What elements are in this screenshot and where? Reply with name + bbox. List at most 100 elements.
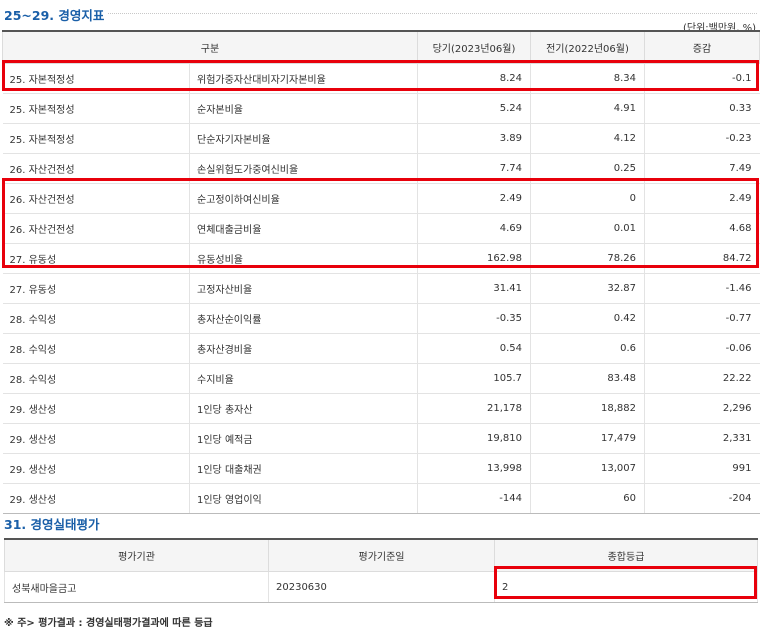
cell-indicator: 1인당 영업이익	[189, 483, 418, 514]
cell-agency: 성북새마을금고	[4, 571, 269, 603]
table-header-row: 구분 당기(2023년06월) 전기(2022년06월) 증감	[2, 30, 760, 64]
table-row: 26. 자산건전성 손실위험도가중여신비율 7.74 0.25 7.49	[2, 153, 760, 184]
cell-previous: 83.48	[530, 363, 645, 394]
cell-category: 29. 생산성	[2, 423, 190, 454]
table-row: 29. 생산성 1인당 총자산 21,178 18,882 2,296	[2, 393, 760, 424]
cell-indicator: 1인당 총자산	[189, 393, 418, 424]
cell-date: 20230630	[268, 571, 495, 603]
cell-current: 19,810	[417, 423, 531, 454]
cell-category: 26. 자산건전성	[2, 183, 190, 214]
header-current: 당기(2023년06월)	[417, 30, 531, 64]
table-row: 25. 자본적정성 위험가중자산대비자기자본비율 8.24 8.34 -0.1	[2, 63, 760, 94]
cell-previous: 4.91	[530, 93, 645, 124]
cell-change: 4.68	[644, 213, 760, 244]
cell-category: 25. 자본적정성	[2, 93, 190, 124]
cell-category: 29. 생산성	[2, 393, 190, 424]
cell-category: 29. 생산성	[2, 483, 190, 514]
section-title-indicators: 25~29. 경영지표	[4, 8, 105, 23]
cell-change: 2,296	[644, 393, 760, 424]
cell-category: 26. 자산건전성	[2, 153, 190, 184]
cell-category: 25. 자본적정성	[2, 123, 190, 154]
cell-indicator: 유동성비율	[189, 243, 418, 274]
cell-previous: 17,479	[530, 423, 645, 454]
header-change: 증감	[644, 30, 760, 64]
table-row: 29. 생산성 1인당 영업이익 -144 60 -204	[2, 483, 760, 514]
cell-previous: 78.26	[530, 243, 645, 274]
cell-change: 84.72	[644, 243, 760, 274]
cell-indicator: 1인당 예적금	[189, 423, 418, 454]
cell-previous: 8.34	[530, 63, 645, 94]
cell-previous: 0.6	[530, 333, 645, 364]
header-agency: 평가기관	[4, 538, 269, 572]
cell-indicator: 연체대출금비율	[189, 213, 418, 244]
table-row: 성북새마을금고 20230630 2	[4, 571, 758, 603]
table-row: 26. 자산건전성 순고정이하여신비율 2.49 0 2.49	[2, 183, 760, 214]
cell-current: 0.54	[417, 333, 531, 364]
cell-current: 162.98	[417, 243, 531, 274]
evaluation-table: 평가기관 평가기준일 종합등급 성북새마을금고 20230630 2	[4, 538, 758, 603]
cell-current: 105.7	[417, 363, 531, 394]
cell-current: -0.35	[417, 303, 531, 334]
cell-indicator: 단순자기자본비율	[189, 123, 418, 154]
header-grade: 종합등급	[494, 538, 758, 572]
cell-previous: 4.12	[530, 123, 645, 154]
cell-change: 2.49	[644, 183, 760, 214]
cell-change: -1.46	[644, 273, 760, 304]
cell-current: 13,998	[417, 453, 531, 484]
table-row: 29. 생산성 1인당 예적금 19,810 17,479 2,331	[2, 423, 760, 454]
title-divider	[108, 13, 757, 14]
cell-indicator: 위험가중자산대비자기자본비율	[189, 63, 418, 94]
cell-change: -0.06	[644, 333, 760, 364]
cell-category: 29. 생산성	[2, 453, 190, 484]
cell-previous: 60	[530, 483, 645, 514]
table-row: 29. 생산성 1인당 대출채권 13,998 13,007 991	[2, 453, 760, 484]
cell-current: 2.49	[417, 183, 531, 214]
section-title-evaluation: 31. 경영실태평가	[4, 517, 100, 532]
cell-previous: 18,882	[530, 393, 645, 424]
cell-current: 8.24	[417, 63, 531, 94]
cell-change: 7.49	[644, 153, 760, 184]
footnote: ※ 주> 평가결과 : 경영실태평가결과에 따른 등급	[4, 618, 213, 629]
cell-current: 7.74	[417, 153, 531, 184]
cell-previous: 0	[530, 183, 645, 214]
table-row: 25. 자본적정성 단순자기자본비율 3.89 4.12 -0.23	[2, 123, 760, 154]
cell-category: 26. 자산건전성	[2, 213, 190, 244]
cell-category: 27. 유동성	[2, 273, 190, 304]
cell-current: 4.69	[417, 213, 531, 244]
cell-previous: 0.25	[530, 153, 645, 184]
cell-indicator: 1인당 대출채권	[189, 453, 418, 484]
cell-previous: 0.01	[530, 213, 645, 244]
cell-previous: 13,007	[530, 453, 645, 484]
cell-change: 2,331	[644, 423, 760, 454]
cell-previous: 0.42	[530, 303, 645, 334]
cell-current: 3.89	[417, 123, 531, 154]
cell-change: 991	[644, 453, 760, 484]
cell-change: -0.77	[644, 303, 760, 334]
cell-category: 28. 수익성	[2, 303, 190, 334]
table-row: 27. 유동성 유동성비율 162.98 78.26 84.72	[2, 243, 760, 274]
cell-indicator: 수지비율	[189, 363, 418, 394]
cell-change: -0.23	[644, 123, 760, 154]
cell-current: 31.41	[417, 273, 531, 304]
cell-category: 27. 유동성	[2, 243, 190, 274]
cell-change: -204	[644, 483, 760, 514]
cell-change: -0.1	[644, 63, 760, 94]
cell-category: 28. 수익성	[2, 333, 190, 364]
header-previous: 전기(2022년06월)	[530, 30, 645, 64]
cell-current: 5.24	[417, 93, 531, 124]
cell-indicator: 총자산경비율	[189, 333, 418, 364]
cell-indicator: 총자산순이익률	[189, 303, 418, 334]
table-row: 28. 수익성 총자산경비율 0.54 0.6 -0.06	[2, 333, 760, 364]
header-category: 구분	[2, 30, 418, 64]
table-header-row: 평가기관 평가기준일 종합등급	[4, 538, 758, 572]
cell-category: 25. 자본적정성	[2, 63, 190, 94]
cell-previous: 32.87	[530, 273, 645, 304]
cell-change: 0.33	[644, 93, 760, 124]
cell-change: 22.22	[644, 363, 760, 394]
cell-category: 28. 수익성	[2, 363, 190, 394]
cell-current: -144	[417, 483, 531, 514]
cell-indicator: 손실위험도가중여신비율	[189, 153, 418, 184]
table-row: 27. 유동성 고정자산비율 31.41 32.87 -1.46	[2, 273, 760, 304]
table-row: 26. 자산건전성 연체대출금비율 4.69 0.01 4.68	[2, 213, 760, 244]
table-row: 28. 수익성 수지비율 105.7 83.48 22.22	[2, 363, 760, 394]
